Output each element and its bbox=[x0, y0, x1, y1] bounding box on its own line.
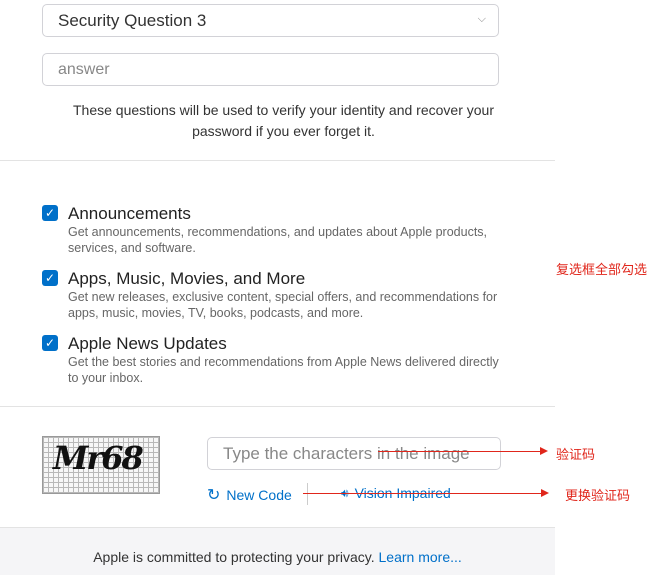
footer-text: Apple is committed to protecting your pr… bbox=[93, 549, 375, 565]
option-desc: Get announcements, recommendations, and … bbox=[68, 225, 488, 255]
annotation-arrow-line bbox=[378, 451, 542, 452]
learn-more-link[interactable]: Learn more... bbox=[379, 549, 462, 565]
divider bbox=[0, 406, 555, 407]
option-title: Apple News Updates bbox=[68, 334, 227, 353]
apple-news-checkbox[interactable]: ✓ bbox=[42, 335, 58, 351]
checkmark-icon: ✓ bbox=[44, 336, 56, 350]
arrow-right-icon bbox=[541, 489, 549, 497]
security-question-select[interactable]: Security Question 3 ⌵ bbox=[42, 4, 499, 37]
checkmark-icon: ✓ bbox=[44, 271, 56, 285]
annotation-arrow-line bbox=[303, 493, 543, 494]
option-title: Apps, Music, Movies, and More bbox=[68, 269, 306, 288]
option-desc: Get new releases, exclusive content, spe… bbox=[68, 290, 498, 320]
captcha-input[interactable]: Type the characters in the image bbox=[207, 437, 501, 470]
captcha-image-text: Mr68 bbox=[53, 439, 144, 477]
arrow-right-icon bbox=[540, 447, 548, 455]
divider bbox=[307, 483, 308, 505]
annotation-change-code: 更换验证码 bbox=[565, 488, 631, 503]
new-code-button[interactable]: ↻ New Code bbox=[207, 485, 292, 505]
option-title: Announcements bbox=[68, 204, 191, 223]
refresh-icon: ↻ bbox=[207, 487, 221, 504]
checkmark-icon: ✓ bbox=[44, 206, 56, 220]
security-question-label: Security Question 3 bbox=[58, 10, 207, 30]
answer-placeholder: answer bbox=[58, 60, 110, 78]
announcements-checkbox[interactable]: ✓ bbox=[42, 205, 58, 221]
apps-music-checkbox[interactable]: ✓ bbox=[42, 270, 58, 286]
security-note: These questions will be used to verify y… bbox=[73, 102, 494, 139]
captcha-placeholder: Type the characters in the image bbox=[223, 443, 470, 463]
annotation-checkboxes: 复选框全部勾选 bbox=[556, 262, 648, 277]
option-desc: Get the best stories and recommendations… bbox=[68, 355, 499, 385]
divider bbox=[0, 160, 555, 161]
answer-input[interactable]: answer bbox=[42, 53, 499, 86]
new-code-label: New Code bbox=[226, 487, 292, 503]
chevron-down-icon: ⌵ bbox=[477, 13, 486, 25]
footer: Apple is committed to protecting your pr… bbox=[0, 549, 555, 565]
annotation-captcha: 验证码 bbox=[556, 447, 596, 462]
captcha-image: Mr68 bbox=[42, 436, 160, 494]
